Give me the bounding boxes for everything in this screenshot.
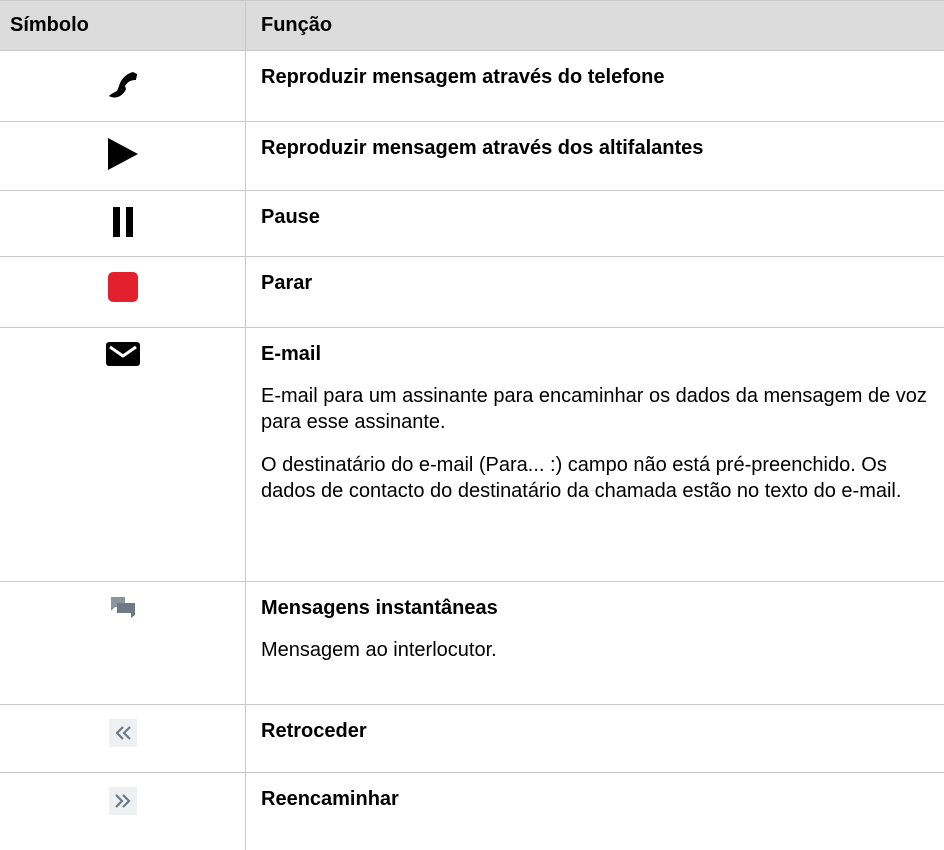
- table-row: Retroceder: [0, 705, 944, 773]
- table-row: Reencaminhar: [0, 773, 944, 850]
- row-description: O destinatário do e-mail (Para... :) cam…: [261, 454, 902, 502]
- row-title: Mensagens instantâneas: [261, 597, 498, 619]
- row-title: Reencaminhar: [261, 788, 399, 810]
- row-title: Reproduzir mensagem através do telefone: [261, 66, 665, 88]
- row-description: E-mail para um assinante para encaminhar…: [261, 385, 927, 433]
- rewind-icon: [108, 719, 137, 772]
- table-row: Reproduzir mensagem através dos altifala…: [0, 122, 944, 191]
- table-row: Mensagens instantâneas Mensagem ao inter…: [0, 582, 944, 705]
- table-row: Reproduzir mensagem através do telefone: [0, 51, 944, 122]
- pause-icon: [111, 205, 135, 256]
- symbols-table: Símbolo Função Reproduzir mensagem atrav…: [0, 0, 944, 850]
- header-function: Função: [245, 0, 944, 51]
- play-icon: [105, 136, 141, 190]
- row-title: Retroceder: [261, 720, 367, 742]
- forward-icon: [108, 787, 137, 850]
- table-header-row: Símbolo Função: [0, 0, 944, 51]
- row-title: Parar: [261, 272, 313, 294]
- phone-handset-icon: [106, 65, 140, 121]
- table-row: E-mail E-mail para um assinante para enc…: [0, 328, 944, 582]
- row-title: E-mail: [261, 343, 322, 365]
- row-title: Reproduzir mensagem através dos altifala…: [261, 137, 704, 159]
- header-symbol: Símbolo: [10, 14, 89, 36]
- row-description: Mensagem ao interlocutor.: [261, 639, 497, 661]
- table-row: Parar: [0, 257, 944, 328]
- email-envelope-icon: [105, 342, 140, 581]
- table-row: Pause: [0, 191, 944, 257]
- row-title: Pause: [261, 206, 320, 228]
- chat-bubbles-icon: [110, 596, 136, 704]
- stop-icon: [107, 271, 139, 327]
